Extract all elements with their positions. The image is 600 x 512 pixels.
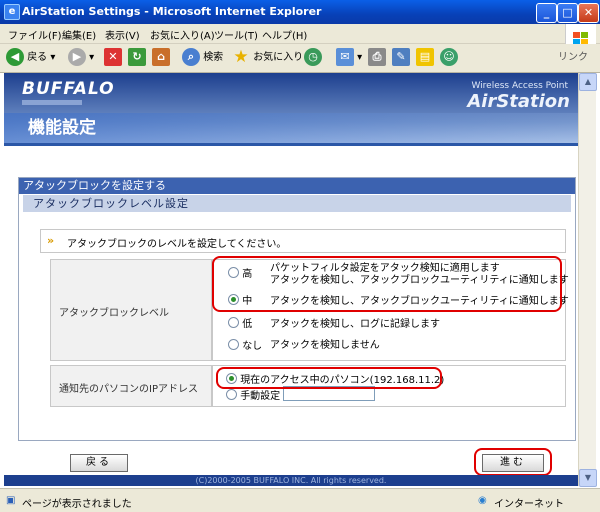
header-divider: [4, 143, 578, 146]
highlight-next: [474, 448, 552, 476]
back-arrow-icon: ◀: [6, 48, 24, 66]
refresh-button[interactable]: ↻: [128, 48, 146, 68]
favorites-button[interactable]: ★ お気に入り: [232, 48, 303, 68]
level-label: アタックブロックレベル: [59, 308, 169, 319]
home-icon: ⌂: [152, 48, 170, 66]
status-bar: ▣ ページが表示されました ◉ インターネット: [0, 488, 600, 512]
notify-label: 通知先のパソコンのIPアドレス: [59, 384, 198, 395]
edit-icon: ✎: [392, 48, 410, 66]
window-title: AirStation Settings - Microsoft Internet…: [22, 5, 322, 18]
level-low-desc: アタックを検知し、ログに記録します: [270, 319, 440, 330]
back-nav-button[interactable]: ◀ 戻る ▾: [6, 48, 55, 68]
print-button[interactable]: ⎙: [368, 48, 386, 68]
menu-bar: ファイル(F) 編集(E) 表示(V) お気に入り(A) ツール(T) ヘルプ(…: [0, 24, 600, 66]
brand-logo: BUFFALO: [22, 79, 115, 99]
instruction-text: アタックブロックのレベルを設定してください。: [67, 239, 287, 250]
mail-icon: ✉: [336, 48, 354, 66]
radio-manual[interactable]: [226, 389, 237, 400]
scroll-up-button[interactable]: ▲: [579, 73, 597, 91]
forward-nav-button[interactable]: ▶ ▾: [68, 48, 94, 68]
security-zone: インターネット: [494, 499, 564, 510]
page-header: BUFFALO Wireless Access Point AirStation…: [4, 73, 578, 143]
close-button[interactable]: ✕: [578, 3, 599, 23]
history-button[interactable]: ◷: [304, 48, 322, 68]
search-button[interactable]: ⌕ 検索: [182, 48, 223, 68]
stop-icon: ✕: [104, 48, 122, 66]
highlight-notify: [216, 367, 442, 389]
toolbar: ◀ 戻る ▾ ▶ ▾ ✕ ↻ ⌂ ⌕ 検索 ★ お気に入り ◷ ✉ ▾ ⎙ ✎ …: [0, 44, 600, 73]
level-option-none[interactable]: なし: [228, 337, 262, 352]
discuss-button[interactable]: ▤: [416, 48, 434, 68]
menu-view[interactable]: 表示(V): [105, 27, 140, 42]
forward-arrow-icon: ▶: [68, 48, 86, 66]
page-done-icon: ▣: [6, 495, 16, 506]
minimize-button[interactable]: _: [536, 3, 557, 23]
section-title: アタックブロックを設定する: [19, 178, 575, 194]
messenger-button[interactable]: ☺: [440, 48, 458, 68]
level-none-desc: アタックを検知しません: [270, 340, 380, 351]
section-subtitle: アタックブロックレベル設定: [23, 195, 571, 212]
level-label-cell: アタックブロックレベル: [50, 259, 212, 361]
menu-file[interactable]: ファイル(F): [8, 27, 62, 42]
refresh-icon: ↻: [128, 48, 146, 66]
page-content: BUFFALO Wireless Access Point AirStation…: [4, 73, 578, 486]
highlight-level: [212, 256, 562, 312]
messenger-icon: ☺: [440, 48, 458, 66]
status-text: ページが表示されました: [22, 499, 132, 510]
maximize-button[interactable]: □: [557, 3, 578, 23]
instruction-box: » アタックブロックのレベルを設定してください。: [40, 229, 566, 253]
star-icon: ★: [233, 47, 249, 67]
globe-icon: ◉: [478, 495, 487, 506]
radio-none[interactable]: [228, 339, 239, 350]
copyright-footer: (C)2000-2005 BUFFALO INC. All rights res…: [4, 475, 578, 486]
menu-favorites[interactable]: お気に入り(A): [150, 27, 215, 42]
back-button[interactable]: 戻る: [70, 454, 128, 472]
home-button[interactable]: ⌂: [152, 48, 170, 68]
page-title: 機能設定: [4, 113, 578, 143]
menu-tools[interactable]: ツール(T): [214, 27, 258, 42]
title-bar: e AirStation Settings - Microsoft Intern…: [0, 0, 600, 24]
note-icon: ▤: [416, 48, 434, 66]
brand-underline: [22, 100, 82, 105]
radio-low[interactable]: [228, 317, 239, 328]
history-icon: ◷: [304, 48, 322, 66]
stop-button[interactable]: ✕: [104, 48, 122, 68]
links-button[interactable]: リンク: [558, 48, 588, 68]
ie-icon: e: [4, 4, 20, 20]
menu-edit[interactable]: 編集(E): [62, 27, 96, 42]
product-tagline: Wireless Access Point: [471, 81, 568, 91]
search-icon: ⌕: [182, 48, 200, 66]
vertical-scrollbar[interactable]: ▲ ▼: [578, 73, 597, 487]
scroll-down-button[interactable]: ▼: [579, 469, 597, 487]
double-arrow-icon: »: [47, 234, 55, 247]
menu-help[interactable]: ヘルプ(H): [262, 27, 307, 42]
notify-manual-option[interactable]: 手動設定: [226, 387, 280, 402]
mail-button[interactable]: ✉ ▾: [336, 48, 362, 68]
product-logo: AirStation: [467, 91, 570, 112]
print-icon: ⎙: [368, 48, 386, 66]
edit-button[interactable]: ✎: [392, 48, 410, 68]
level-option-low[interactable]: 低: [228, 315, 252, 330]
notify-label-cell: 通知先のパソコンのIPアドレス: [50, 365, 212, 407]
